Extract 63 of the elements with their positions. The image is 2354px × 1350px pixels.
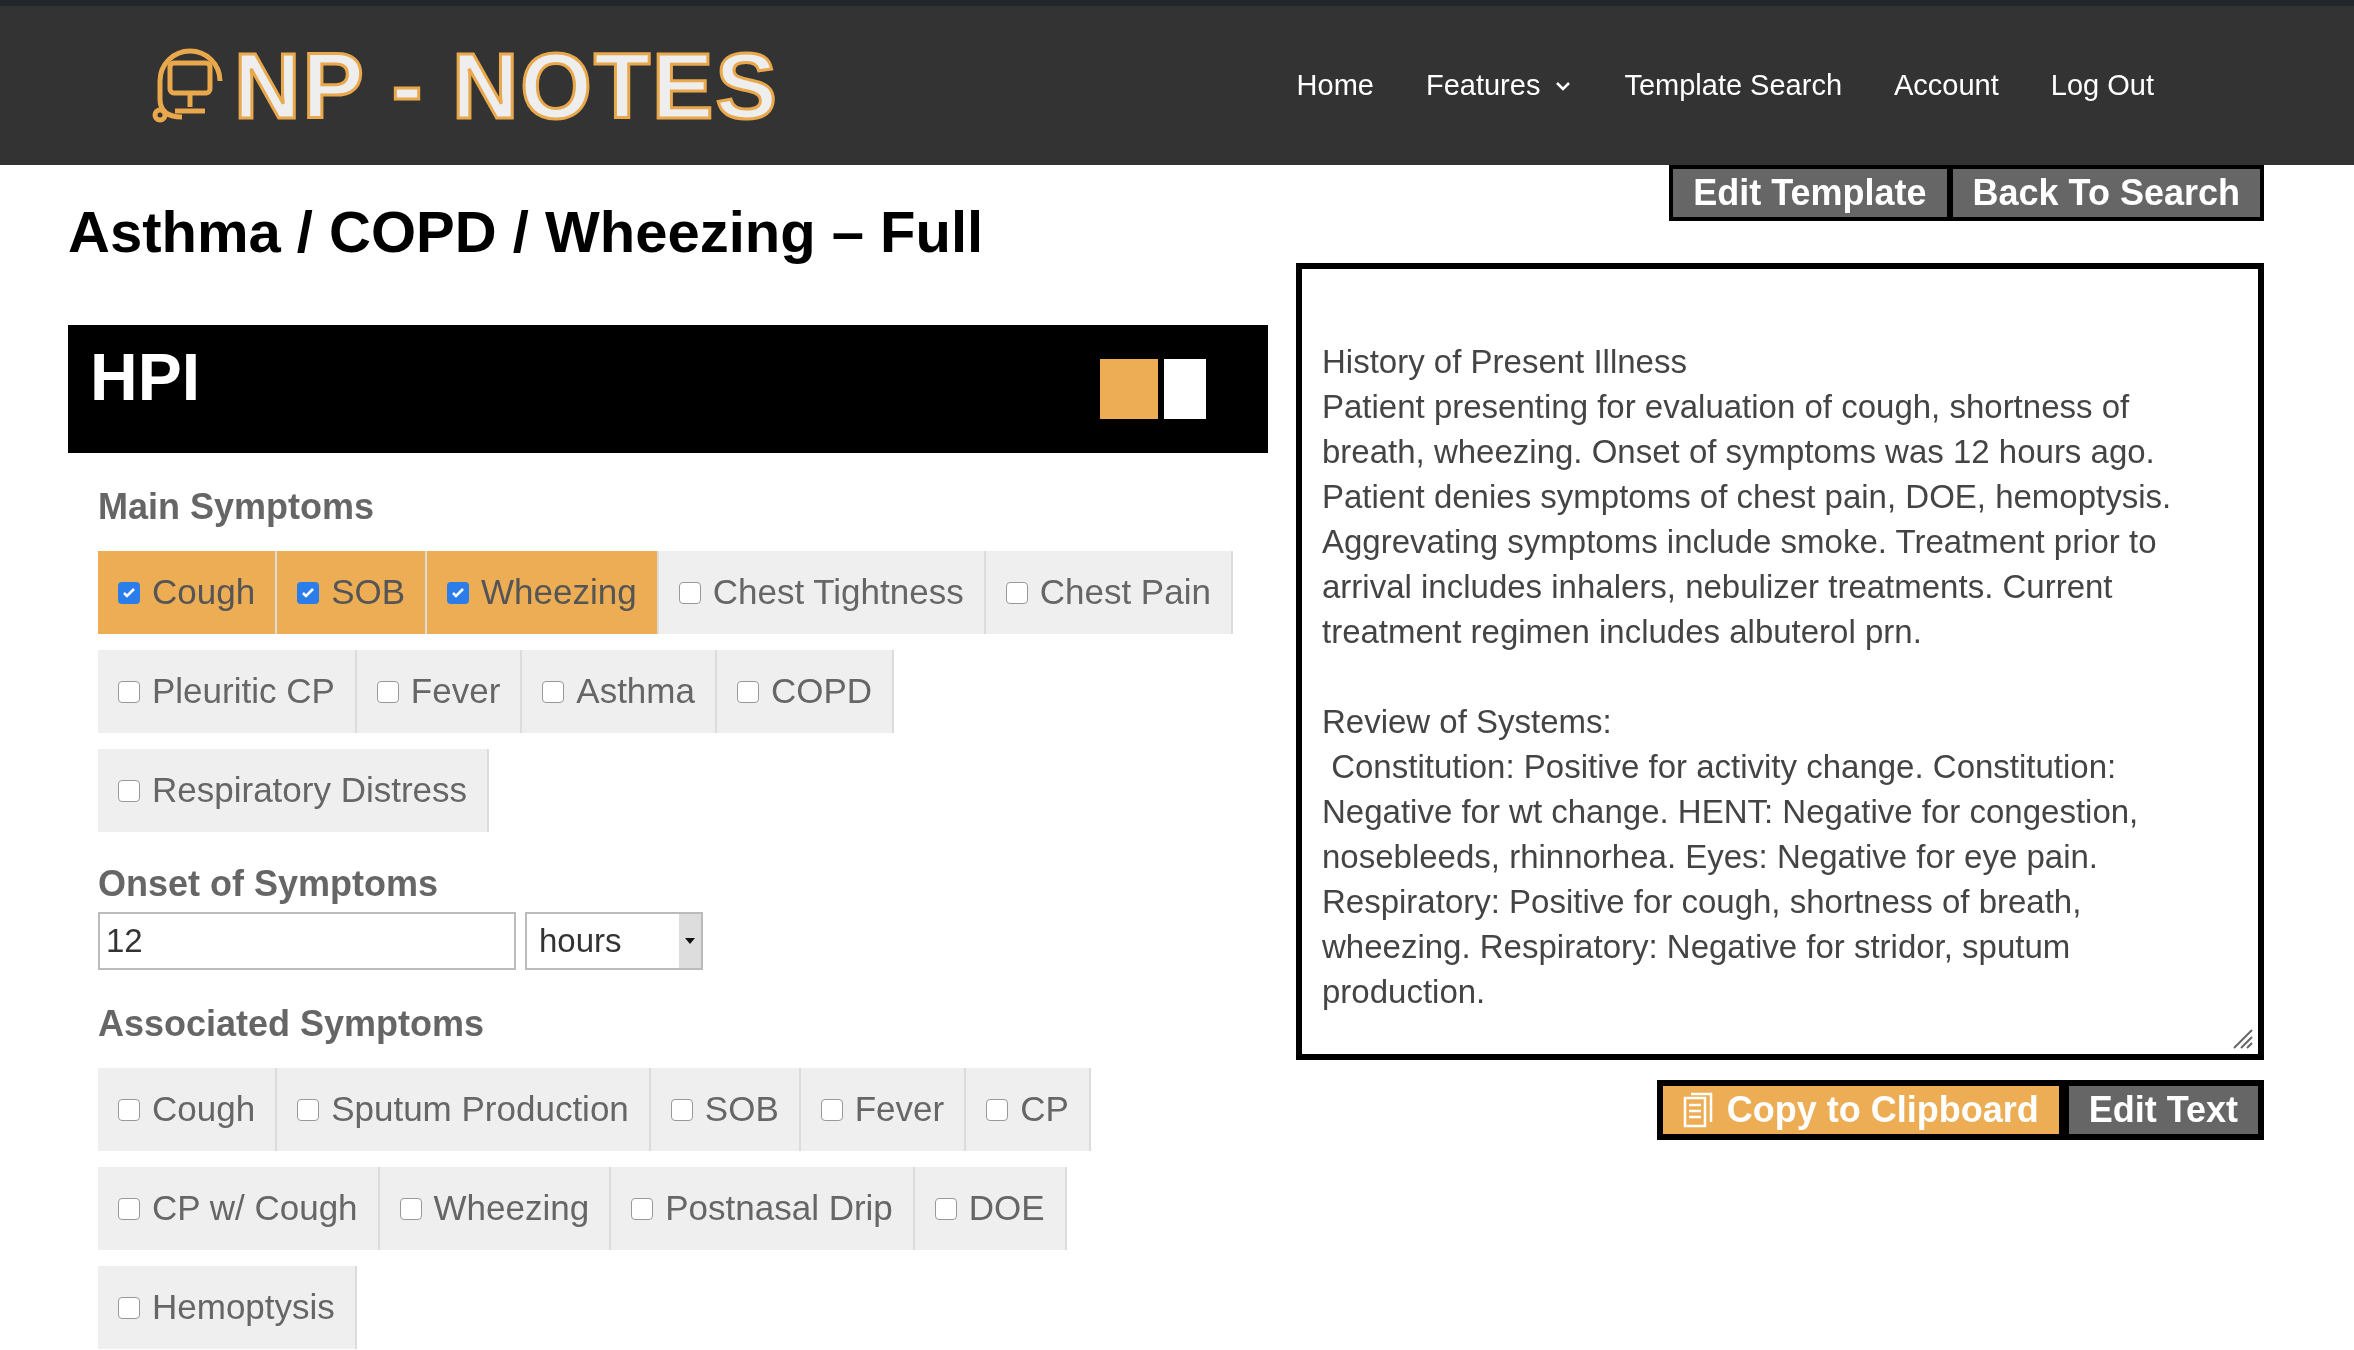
checkbox[interactable] — [670, 1098, 693, 1121]
chevron-down-icon — [1554, 79, 1573, 92]
checkbox[interactable] — [678, 581, 701, 604]
symptom-option[interactable]: SOB — [277, 551, 428, 634]
symptom-option[interactable]: Postnasal Drip — [611, 1167, 915, 1250]
unit-select[interactable]: hours — [525, 912, 703, 970]
checkbox[interactable] — [1005, 581, 1028, 604]
checkbox[interactable] — [118, 581, 140, 604]
group-heading: Onset of Symptoms — [98, 866, 440, 902]
checkbox[interactable] — [986, 1098, 1009, 1121]
checkbox[interactable] — [631, 1197, 654, 1220]
nav-link[interactable]: Features — [1425, 63, 1573, 108]
checkbox[interactable] — [118, 1296, 140, 1319]
checkbox[interactable] — [736, 680, 759, 703]
edit-text-button[interactable]: Edit Text — [2068, 1086, 2258, 1134]
note-paragraph: Patient presenting for evaluation of cough, shortness of breath, wheezing. Onset of symptoms was 12 hours ago. Patient denies symptoms of chest pain, DOE, hemoptysis. Aggrevating symptoms include smoke. Treatment prior to arrival includes inhalers, nebulizer treatments. Current treatment regimen includes albuterol prn. — [1322, 387, 2173, 652]
note-paragraph: Constitution: Positive for activity change. Constitution: Negative for wt change. HENT: Negative for congestion, nosebleeds, rhinnorhea. Eyes: Negative for eye pain. Respiratory: Positive for cough, shortness of breath, wheezing. Respiratory: Negative for stridor, sputum production. — [1322, 747, 2140, 1012]
symptom-option[interactable]: CP — [966, 1068, 1091, 1151]
top-button[interactable]: Edit Template — [1673, 169, 1947, 217]
note-heading: History of Present Illness — [1322, 342, 1688, 382]
document-icon — [1682, 1092, 1713, 1128]
note-textarea[interactable] — [1296, 263, 2264, 1060]
symptom-option[interactable]: COPD — [716, 650, 895, 733]
group-heading: Main Symptoms — [98, 489, 376, 525]
checkbox[interactable] — [934, 1197, 957, 1220]
symptom-option[interactable]: Fever — [800, 1068, 967, 1151]
checkbox[interactable] — [297, 1098, 320, 1121]
symptom-option[interactable]: CP w/ Cough — [98, 1167, 380, 1250]
top-button[interactable]: Back To Search — [1952, 169, 2260, 217]
symptom-option[interactable]: Cough — [98, 1068, 278, 1151]
checkbox[interactable] — [820, 1098, 843, 1121]
layout-toggle-icon[interactable] — [1100, 359, 1206, 419]
logo-text[interactable]: NP - NOTES — [234, 39, 779, 132]
nav-link[interactable]: Template Search — [1624, 63, 1842, 108]
checkbox[interactable] — [297, 581, 320, 604]
nav-link[interactable]: Log Out — [2050, 63, 2154, 108]
section-title: HPI — [90, 338, 201, 416]
symptom-option[interactable]: Chest Pain — [985, 551, 1233, 634]
onset-input[interactable]: 12 — [98, 912, 516, 970]
symptom-option[interactable]: Pleuritic CP — [98, 650, 357, 733]
group-heading: Associated Symptoms — [98, 1006, 486, 1042]
symptom-option[interactable]: Respiratory Distress — [98, 749, 490, 832]
nav-link[interactable]: Home — [1296, 63, 1374, 108]
note-heading: Review of Systems: — [1322, 702, 1613, 742]
checkbox[interactable] — [542, 680, 565, 703]
checkbox[interactable] — [118, 779, 140, 802]
symptom-option[interactable]: Cough — [98, 551, 278, 634]
checkbox[interactable] — [447, 581, 470, 604]
checkbox[interactable] — [118, 1098, 140, 1121]
checkbox[interactable] — [118, 680, 140, 703]
symptom-option[interactable]: Sputum Production — [277, 1068, 651, 1151]
symptom-option[interactable]: DOE — [914, 1167, 1067, 1250]
checkbox[interactable] — [376, 680, 399, 703]
symptom-option[interactable]: Chest Tightness — [658, 551, 986, 634]
symptom-option[interactable]: Asthma — [522, 650, 717, 733]
symptom-option[interactable]: SOB — [650, 1068, 801, 1151]
symptom-option[interactable]: Wheezing — [427, 551, 659, 634]
symptom-option[interactable]: Wheezing — [379, 1167, 612, 1250]
symptom-option[interactable]: Hemoptysis — [98, 1266, 357, 1349]
checkbox[interactable] — [399, 1197, 422, 1220]
checkbox[interactable] — [118, 1197, 140, 1220]
symptom-option[interactable]: Fever — [356, 650, 523, 733]
nav-link[interactable]: Account — [1894, 63, 1999, 108]
